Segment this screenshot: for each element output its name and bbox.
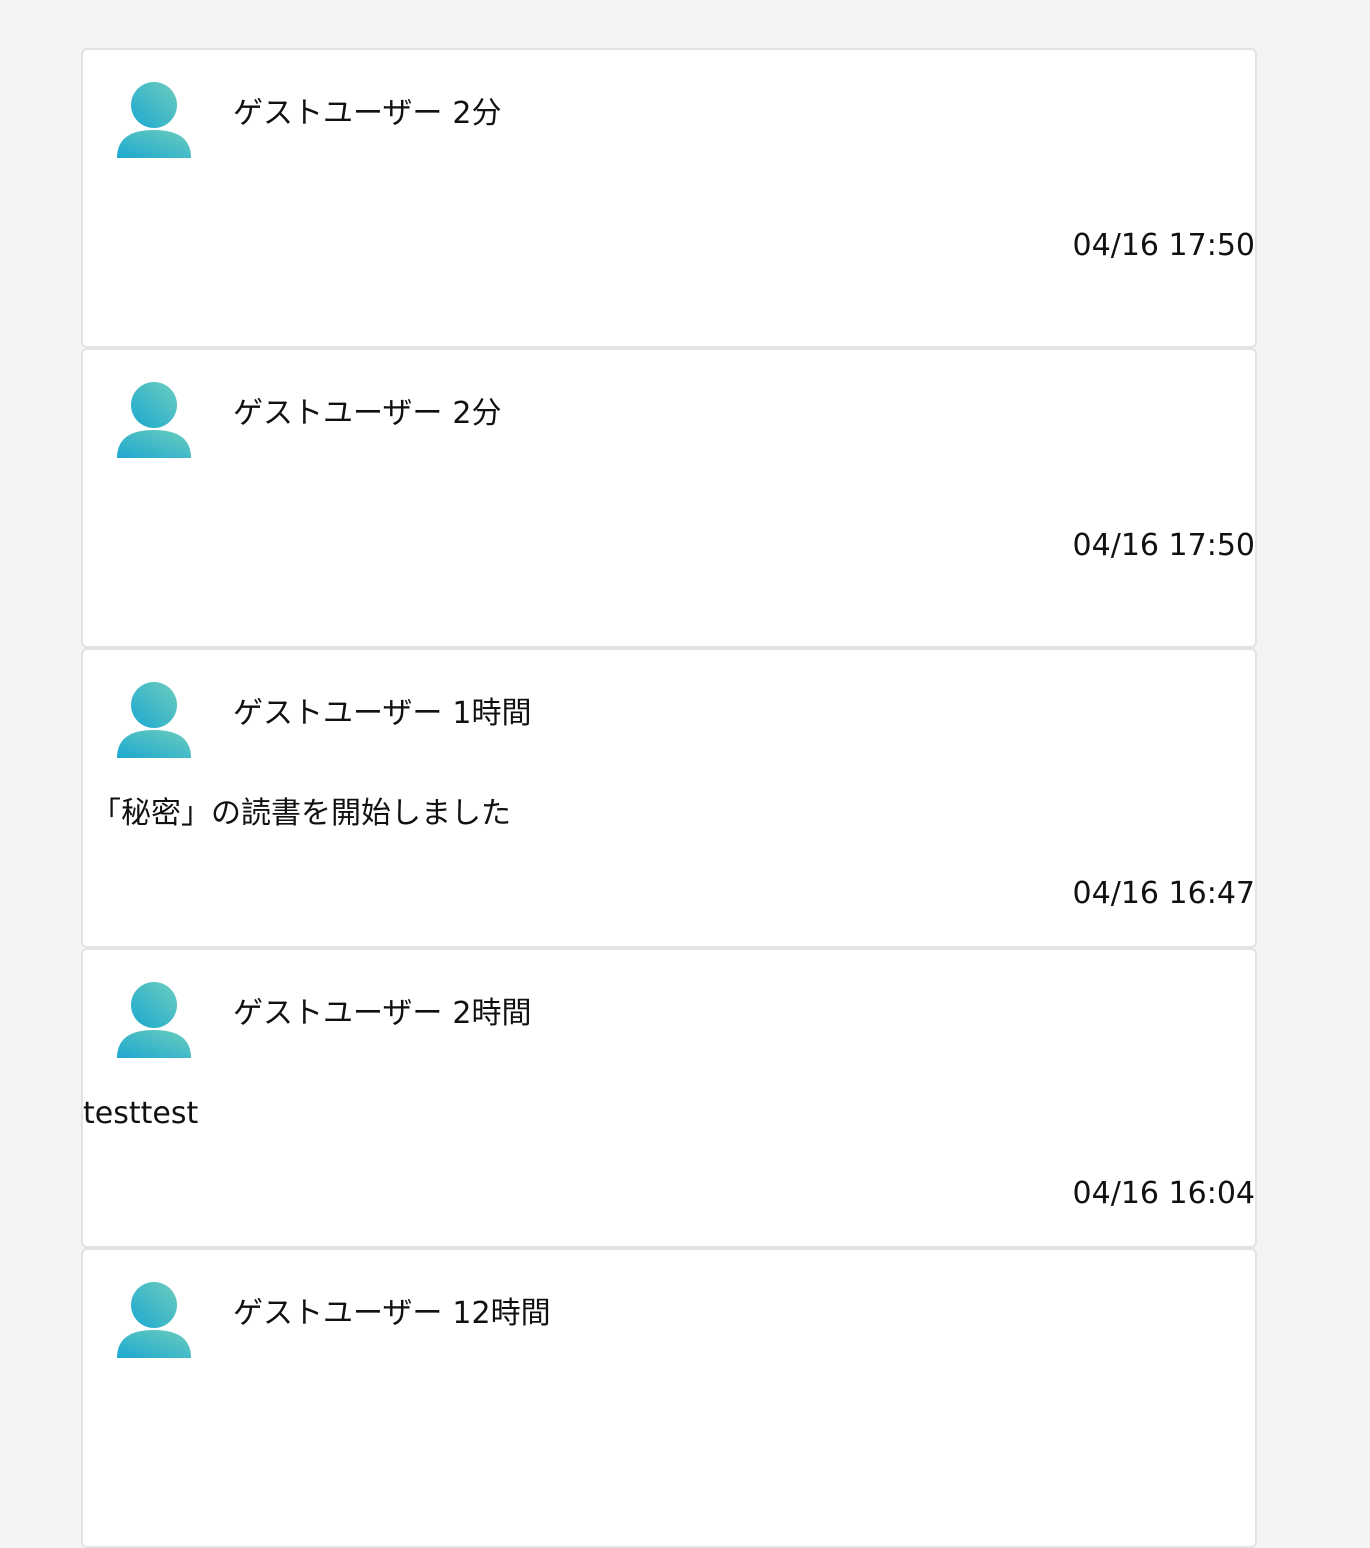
- post-timestamp: 04/16 16:47: [1072, 876, 1255, 911]
- user-avatar-icon[interactable]: [117, 682, 191, 758]
- user-name[interactable]: ゲストユーザー: [233, 1296, 442, 1331]
- post-header: ゲストユーザー 2分: [233, 394, 502, 434]
- activity-feed: ゲストユーザー 2分 04/16 17:50 ゲストユーザー 2分 04/16 17…: [81, 48, 1257, 1548]
- user-avatar-icon[interactable]: [117, 982, 191, 1058]
- post-header: ゲストユーザー 2時間: [233, 994, 532, 1034]
- relative-time: 2分: [452, 396, 502, 431]
- relative-time: 2時間: [452, 996, 532, 1031]
- post-timestamp: 04/16 17:50: [1072, 228, 1255, 263]
- post-card[interactable]: ゲストユーザー 2分 04/16 17:50: [81, 48, 1257, 348]
- post-header: ゲストユーザー 2分: [233, 94, 502, 134]
- user-avatar-icon[interactable]: [117, 82, 191, 158]
- post-body: testtest: [83, 1096, 199, 1131]
- post-header: ゲストユーザー 1時間: [233, 694, 532, 734]
- relative-time: 12時間: [452, 1296, 551, 1331]
- relative-time: 1時間: [452, 696, 532, 731]
- user-name[interactable]: ゲストユーザー: [233, 96, 442, 131]
- post-body: 「秘密」の読書を開始しました: [91, 796, 511, 831]
- post-card[interactable]: ゲストユーザー 12時間: [81, 1248, 1257, 1548]
- user-name[interactable]: ゲストユーザー: [233, 996, 442, 1031]
- post-timestamp: 04/16 16:04: [1072, 1176, 1255, 1211]
- post-header: ゲストユーザー 12時間: [233, 1294, 551, 1334]
- post-card[interactable]: ゲストユーザー 2分 04/16 17:50: [81, 348, 1257, 648]
- user-avatar-icon[interactable]: [117, 1282, 191, 1358]
- post-card[interactable]: ゲストユーザー 1時間 「秘密」の読書を開始しました 04/16 16:47: [81, 648, 1257, 948]
- post-card[interactable]: ゲストユーザー 2時間 testtest 04/16 16:04: [81, 948, 1257, 1248]
- user-name[interactable]: ゲストユーザー: [233, 696, 442, 731]
- user-name[interactable]: ゲストユーザー: [233, 396, 442, 431]
- user-avatar-icon[interactable]: [117, 382, 191, 458]
- post-timestamp: 04/16 17:50: [1072, 528, 1255, 563]
- relative-time: 2分: [452, 96, 502, 131]
